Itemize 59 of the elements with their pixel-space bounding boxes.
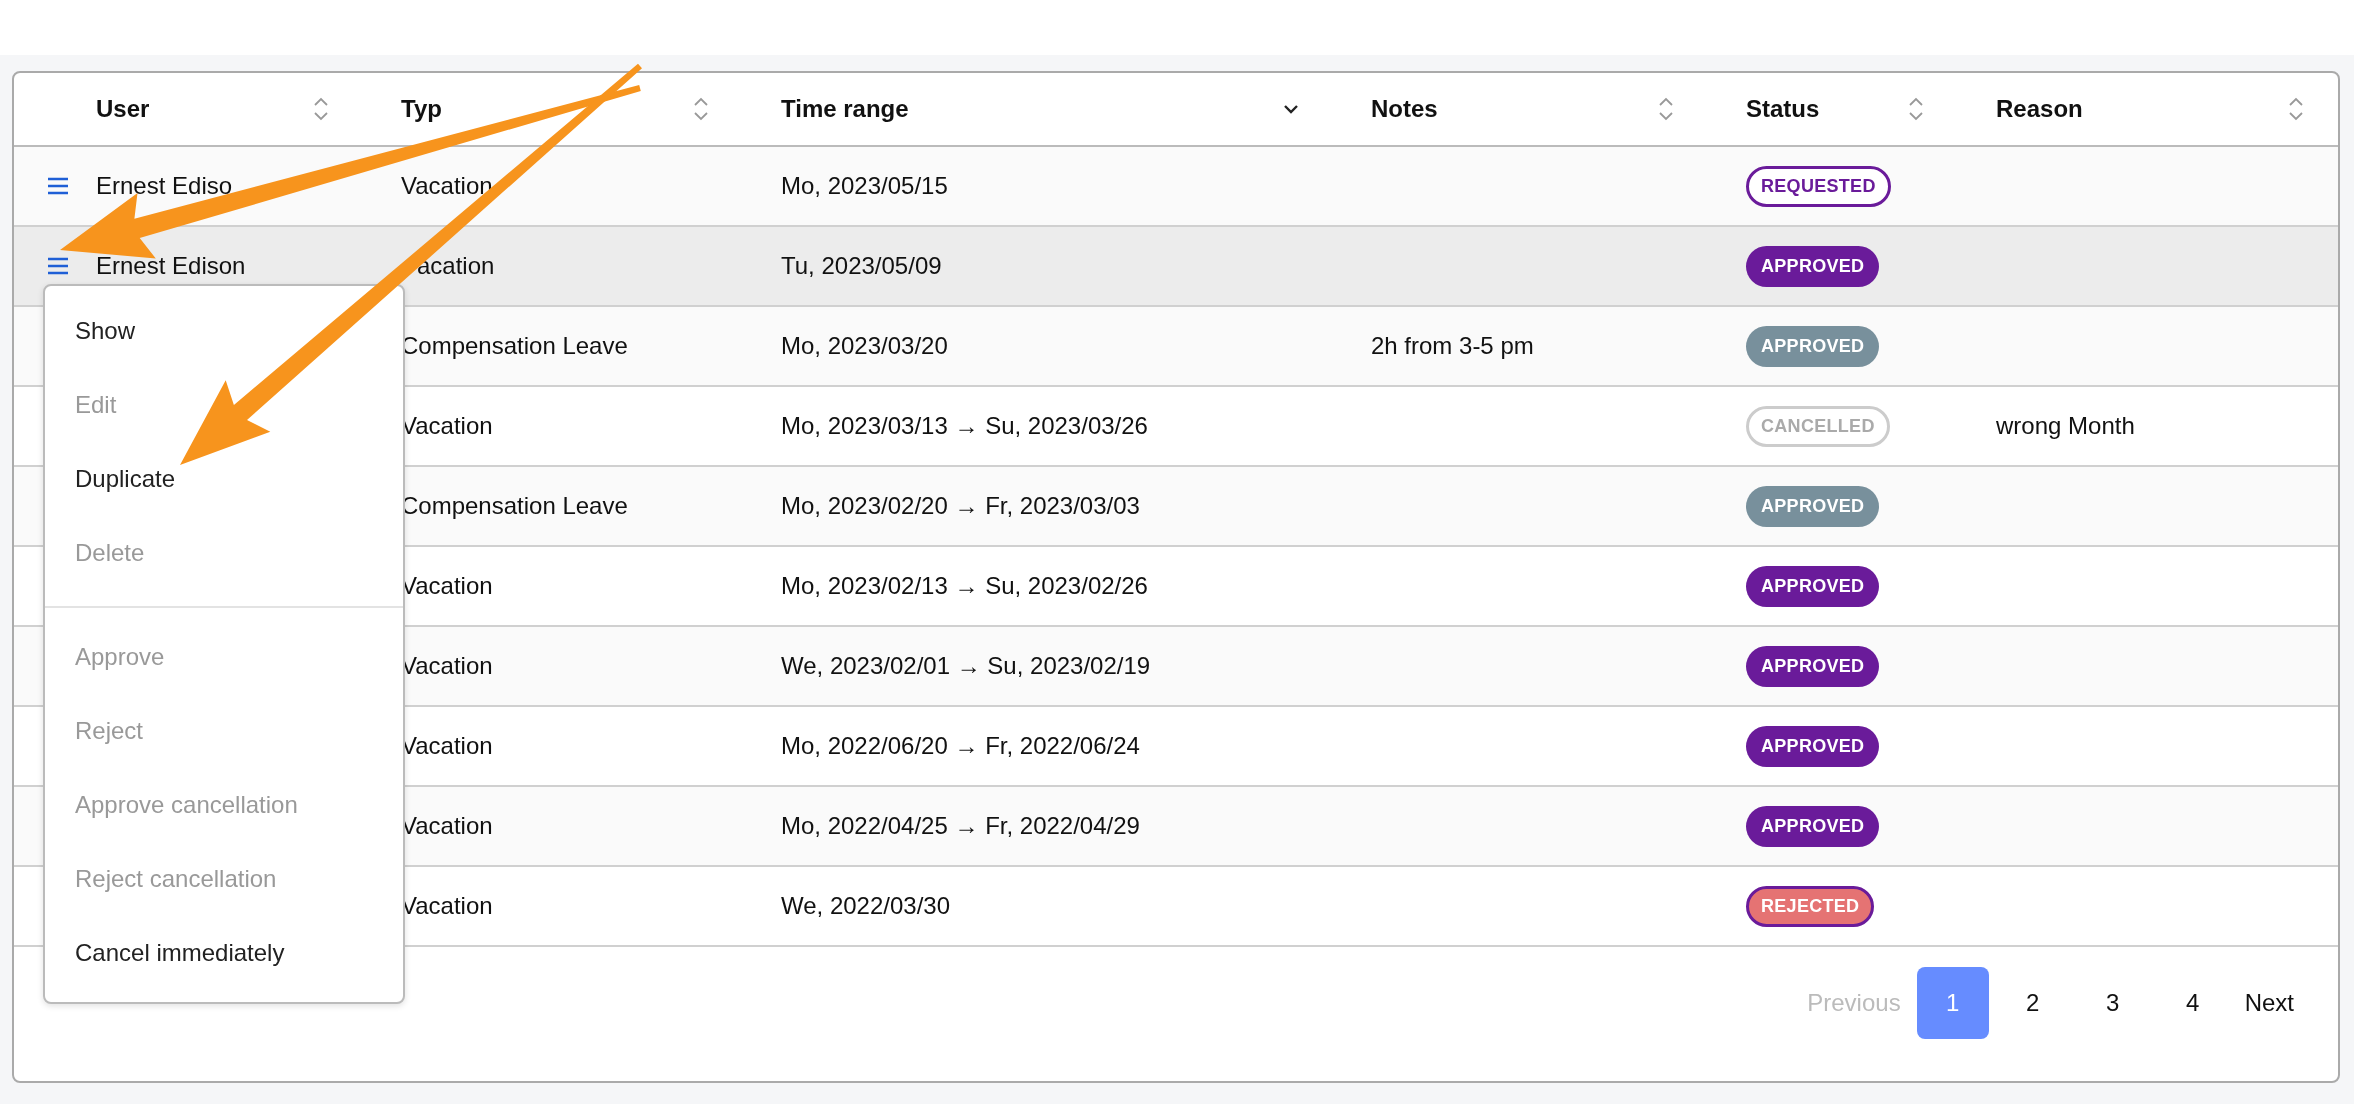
sort-descending-icon[interactable] bbox=[1283, 103, 1299, 115]
page-button[interactable]: 3 bbox=[2076, 967, 2149, 1039]
table-cell: Ernest Ediso bbox=[96, 172, 233, 199]
table-cell: Vacation bbox=[401, 812, 493, 839]
table-row[interactable]: Vacation Mo, 2022/06/20 → Fr, 2022/06/24 APPROVED bbox=[401, 707, 2338, 785]
table-cell: Compensation Leave bbox=[401, 332, 628, 359]
table-cell: We, 2023/02/01 → Su, 2023/02/19 bbox=[781, 652, 1151, 679]
table-cell: Vacation bbox=[401, 412, 493, 439]
table-cell: Vacation bbox=[401, 732, 493, 759]
menu-item[interactable]: Show bbox=[45, 294, 403, 368]
status-badge: APPROVED bbox=[1746, 325, 1880, 367]
table-cell: Tu, 2023/05/09 bbox=[781, 252, 942, 279]
menu-icon[interactable] bbox=[47, 177, 69, 195]
status-badge: APPROVED bbox=[1746, 725, 1880, 767]
menu-item[interactable]: Duplicate bbox=[45, 442, 403, 516]
table-row[interactable]: Vacation Mo, 2023/02/13 → Su, 2023/02/26 APPROVED bbox=[401, 547, 2338, 625]
table-cell: Mo, 2022/06/20 → Fr, 2022/06/24 bbox=[781, 732, 1140, 759]
table-cell: Mo, 2022/04/25 → Fr, 2022/04/29 bbox=[781, 812, 1140, 839]
column-header[interactable]: Time range bbox=[781, 95, 909, 123]
status-badge: APPROVED bbox=[1746, 485, 1880, 527]
table-cell: Mo, 2023/02/13 → Su, 2023/02/26 bbox=[781, 572, 1148, 599]
page-button[interactable]: 2 bbox=[1996, 967, 2069, 1039]
column-header[interactable]: Notes bbox=[1371, 95, 1438, 123]
column-header[interactable]: Typ bbox=[401, 95, 442, 123]
sort-icon[interactable] bbox=[1908, 96, 1924, 122]
status-badge: APPROVED bbox=[1746, 805, 1880, 847]
status-badge: APPROVED bbox=[1746, 645, 1880, 687]
table-cell: Mo, 2023/03/13 → Su, 2023/03/26 bbox=[781, 412, 1148, 439]
column-header[interactable]: User bbox=[96, 95, 150, 123]
table-cell: Vacation bbox=[401, 572, 493, 599]
next-link[interactable]: Next bbox=[2234, 989, 2304, 1017]
menu-icon[interactable] bbox=[47, 257, 69, 275]
table-cell: We, 2022/03/30 bbox=[781, 892, 951, 919]
status-badge: APPROVED bbox=[1746, 565, 1880, 607]
table-cell: Mo, 2023/05/15 bbox=[781, 172, 948, 199]
status-badge: CANCELLED bbox=[1746, 405, 1890, 447]
menu-item[interactable]: Cancel immediately bbox=[45, 916, 403, 990]
sort-icon[interactable] bbox=[313, 96, 329, 122]
column-header[interactable]: Status bbox=[1746, 95, 1820, 123]
status-badge: REJECTED bbox=[1746, 885, 1875, 927]
sort-icon[interactable] bbox=[2288, 96, 2304, 122]
table-cell: Vacation bbox=[401, 892, 493, 919]
table-cell: Mo, 2023/03/20 bbox=[781, 332, 948, 359]
page-button[interactable]: 4 bbox=[2156, 967, 2229, 1039]
sort-icon[interactable] bbox=[1658, 96, 1674, 122]
status-badge: APPROVED bbox=[1746, 245, 1880, 287]
column-header[interactable]: Reason bbox=[1996, 95, 2083, 123]
table-cell: Mo, 2023/02/20 → Fr, 2023/03/03 bbox=[781, 492, 1140, 519]
table-row[interactable]: Vacation Mo, 2023/03/13 → Su, 2023/03/26 CANCELLED wrong Month bbox=[401, 387, 2338, 465]
table-cell: Compensation Leave bbox=[401, 492, 628, 519]
sort-icon[interactable] bbox=[693, 96, 709, 122]
table-cell: Vacation bbox=[401, 172, 493, 199]
table-cell: Vacation bbox=[401, 652, 493, 679]
table-cell: wrong Month bbox=[1996, 412, 2135, 439]
table-cell: acation bbox=[417, 252, 495, 279]
table-cell: 2h from 3-5 pm bbox=[1371, 332, 1534, 359]
table-row[interactable]: Vacation We, 2022/03/30 REJECTED bbox=[401, 867, 2338, 945]
table-cell: Ernest Edison bbox=[96, 252, 246, 279]
status-badge: REQUESTED bbox=[1746, 165, 1891, 207]
